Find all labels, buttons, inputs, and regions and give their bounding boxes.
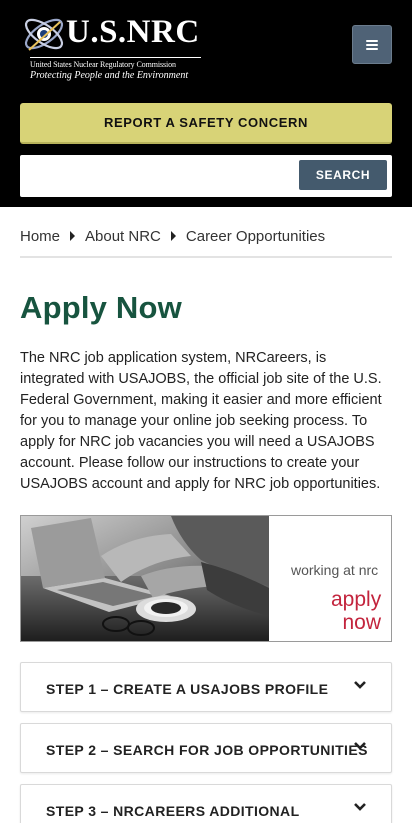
menu-button[interactable] bbox=[352, 25, 392, 64]
accordion-step-1-label: STEP 1 – CREATE A USAJOBS PROFILE bbox=[46, 681, 329, 697]
hamburger-icon bbox=[366, 39, 378, 50]
working-at-nrc-banner[interactable]: working at nrc apply now bbox=[20, 515, 392, 642]
chevron-down-icon bbox=[354, 742, 366, 750]
breadcrumb-separator-icon bbox=[170, 231, 176, 241]
breadcrumb-about-nrc[interactable]: About NRC bbox=[85, 228, 161, 245]
accordion-step-3-label: STEP 3 – NRCAREERS ADDITIONAL INFORMATIO… bbox=[46, 803, 300, 819]
nrc-logo[interactable]: U.S.NRC United States Nuclear Regulatory… bbox=[20, 10, 206, 82]
accordion-step-2[interactable]: STEP 2 – SEARCH FOR JOB OPPORTUNITIES bbox=[20, 723, 392, 773]
report-safety-concern-button[interactable]: REPORT A SAFETY CONCERN bbox=[20, 103, 392, 144]
breadcrumb-career-opportunities[interactable]: Career Opportunities bbox=[186, 228, 325, 245]
banner-apply: apply bbox=[331, 588, 382, 611]
banner-heading: working at nrc bbox=[291, 562, 379, 578]
breadcrumb: Home About NRC Career Opportunities bbox=[20, 226, 325, 246]
accordion-step-3[interactable]: STEP 3 – NRCAREERS ADDITIONAL INFORMATIO… bbox=[20, 784, 392, 823]
search-input[interactable] bbox=[22, 157, 294, 195]
site-header: U.S.NRC United States Nuclear Regulatory… bbox=[0, 0, 412, 207]
page-title: Apply Now bbox=[20, 290, 182, 325]
logo-divider bbox=[30, 57, 201, 58]
logo-subtitle: United States Nuclear Regulatory Commiss… bbox=[30, 60, 176, 69]
search-button[interactable]: SEARCH bbox=[299, 160, 387, 190]
accordion-step-1[interactable]: STEP 1 – CREATE A USAJOBS PROFILE bbox=[20, 662, 392, 712]
intro-paragraph: The NRC job application system, NRCareer… bbox=[20, 350, 382, 492]
banner-apply-now: apply now bbox=[331, 588, 381, 634]
breadcrumb-home[interactable]: Home bbox=[20, 228, 60, 245]
logo-title: U.S.NRC bbox=[66, 14, 200, 50]
breadcrumb-separator-icon bbox=[70, 231, 76, 241]
chevron-down-icon bbox=[354, 681, 366, 689]
banner-now: now bbox=[342, 611, 381, 634]
laptop-photo-image bbox=[21, 516, 269, 641]
logo-tagline: Protecting People and the Environment bbox=[30, 70, 189, 81]
chevron-down-icon bbox=[354, 803, 366, 811]
accordion-step-2-label: STEP 2 – SEARCH FOR JOB OPPORTUNITIES bbox=[46, 742, 368, 758]
search-bar: SEARCH bbox=[20, 155, 392, 197]
atom-emblem-icon bbox=[24, 18, 64, 51]
breadcrumb-divider bbox=[20, 256, 392, 258]
